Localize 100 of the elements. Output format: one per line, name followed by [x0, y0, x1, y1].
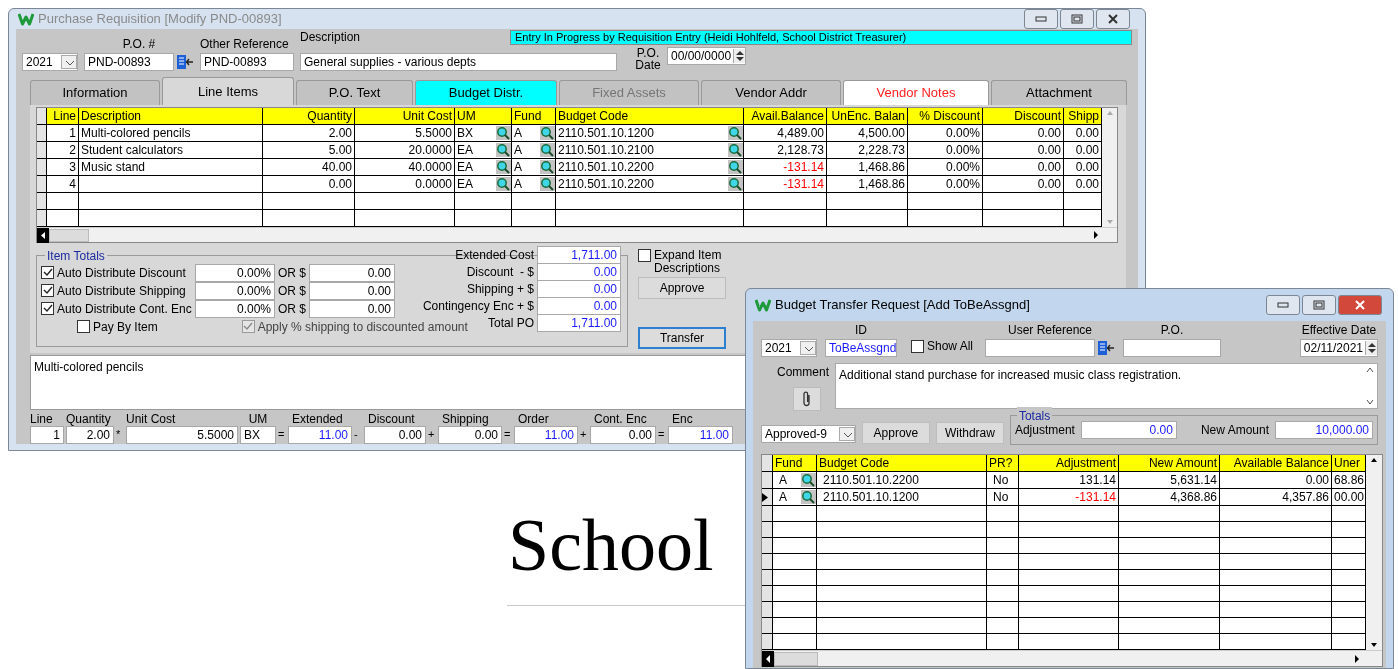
magnifier-icon[interactable]: [496, 126, 511, 140]
po-date-field[interactable]: 00/00/0000: [667, 47, 747, 65]
magnifier-icon[interactable]: [728, 126, 743, 140]
column-header[interactable]: Adjustment: [1019, 455, 1119, 472]
tab[interactable]: Vendor Notes: [843, 80, 989, 105]
checkbox[interactable]: [41, 302, 54, 315]
action-button[interactable]: Transfer: [638, 327, 726, 349]
column-header[interactable]: % Discount: [908, 108, 983, 125]
list-arrow-icon[interactable]: [1097, 340, 1116, 356]
vertical-scrollbar[interactable]: [1366, 455, 1382, 650]
user-reference-field[interactable]: [985, 339, 1096, 357]
row-header-cell[interactable]: [762, 586, 773, 602]
row-header-cell[interactable]: [762, 538, 773, 554]
tab[interactable]: Attachment: [991, 80, 1127, 105]
new-amount-field[interactable]: 10,000.00: [1275, 421, 1373, 439]
row-header-cell[interactable]: [37, 176, 47, 193]
attachment-button[interactable]: [793, 387, 821, 411]
column-header[interactable]: Budget Code: [556, 108, 744, 125]
tab[interactable]: P.O. Text: [296, 80, 413, 105]
tab[interactable]: Vendor Addr: [701, 80, 841, 105]
column-header[interactable]: UnEnc. Balan: [827, 108, 908, 125]
line-detail-field[interactable]: 1: [30, 426, 64, 444]
magnifier-icon[interactable]: [801, 490, 816, 504]
line-detail-field[interactable]: 0.00: [438, 426, 502, 444]
scroll-thumb[interactable]: [774, 651, 818, 666]
row-header-cell[interactable]: [762, 522, 773, 538]
action-button[interactable]: Approve: [638, 277, 726, 299]
description-field[interactable]: General supplies - various depts: [300, 53, 617, 71]
row-header-cell[interactable]: [762, 472, 773, 489]
line-detail-field[interactable]: 11.00: [288, 426, 352, 444]
tab[interactable]: Budget Distr.: [415, 80, 557, 105]
checkbox[interactable]: [41, 284, 54, 297]
checkbox[interactable]: [77, 320, 90, 333]
row-header-cell[interactable]: [37, 210, 47, 227]
column-header[interactable]: PR?: [987, 455, 1019, 472]
column-header[interactable]: Fund: [773, 455, 817, 472]
po-field[interactable]: [1123, 339, 1222, 357]
line-detail-field[interactable]: 11.00: [514, 426, 578, 444]
column-header[interactable]: Budget Code: [817, 455, 987, 472]
magnifier-icon[interactable]: [801, 473, 816, 487]
column-header[interactable]: Quantity: [263, 108, 355, 125]
magnifier-icon[interactable]: [540, 143, 555, 157]
column-header[interactable]: Available Balance: [1220, 455, 1332, 472]
minimize-button[interactable]: [1266, 295, 1300, 315]
magnifier-icon[interactable]: [728, 177, 743, 191]
column-header[interactable]: Fund: [512, 108, 556, 125]
magnifier-icon[interactable]: [540, 126, 555, 140]
percent-field[interactable]: 0.00%: [195, 263, 275, 282]
row-header-cell[interactable]: [37, 159, 47, 176]
effective-date-field[interactable]: 02/11/2021: [1299, 339, 1378, 357]
spinner-icon[interactable]: [1365, 341, 1377, 355]
year-dropdown[interactable]: 2021: [761, 339, 817, 357]
column-header[interactable]: Avail.Balance: [744, 108, 827, 125]
action-button[interactable]: Withdraw: [935, 422, 1004, 444]
magnifier-icon[interactable]: [496, 160, 511, 174]
row-header-cell[interactable]: [762, 634, 773, 650]
row-header-cell[interactable]: [762, 489, 773, 506]
tab[interactable]: Line Items: [162, 77, 294, 105]
total-field[interactable]: 1,711.00: [537, 245, 621, 264]
column-header[interactable]: Uner: [1332, 455, 1366, 472]
magnifier-icon[interactable]: [496, 143, 511, 157]
amount-field[interactable]: 0.00: [309, 263, 395, 282]
row-header-cell[interactable]: [762, 506, 773, 522]
row-header-cell[interactable]: [37, 193, 47, 210]
scroll-left-icon[interactable]: [762, 650, 774, 667]
magnifier-icon[interactable]: [728, 143, 743, 157]
minimize-button[interactable]: [1024, 9, 1058, 29]
line-detail-field[interactable]: 11.00: [668, 426, 733, 444]
line-detail-field[interactable]: BX: [240, 426, 276, 444]
magnifier-icon[interactable]: [540, 177, 555, 191]
other-reference-field[interactable]: PND-00893: [200, 53, 294, 71]
magnifier-icon[interactable]: [728, 160, 743, 174]
line-detail-field[interactable]: 5.5000: [126, 426, 238, 444]
row-header-cell[interactable]: [762, 618, 773, 634]
action-button[interactable]: Approve: [861, 422, 930, 444]
id-field[interactable]: ToBeAssgnd: [825, 339, 897, 357]
column-header[interactable]: Line: [47, 108, 79, 125]
line-detail-field[interactable]: 0.00: [364, 426, 426, 444]
row-header-cell[interactable]: [762, 570, 773, 586]
tab[interactable]: Information: [30, 80, 160, 105]
column-header[interactable]: Discount: [983, 108, 1064, 125]
list-arrow-icon[interactable]: [176, 54, 194, 70]
checkbox[interactable]: [911, 339, 924, 353]
column-header[interactable]: Description: [79, 108, 263, 125]
scroll-thumb[interactable]: [49, 228, 89, 242]
scroll-left-icon[interactable]: [37, 227, 49, 243]
spinner-icon[interactable]: [733, 49, 746, 63]
checkbox[interactable]: [638, 249, 651, 262]
row-header-cell[interactable]: [762, 602, 773, 618]
row-header-cell[interactable]: [762, 554, 773, 570]
row-header-cell[interactable]: [37, 142, 47, 159]
line-detail-field[interactable]: 2.00: [66, 426, 114, 444]
checkbox[interactable]: [41, 266, 54, 279]
magnifier-icon[interactable]: [496, 177, 511, 191]
horizontal-scrollbar[interactable]: [37, 227, 1117, 242]
column-header[interactable]: Shipp: [1064, 108, 1102, 125]
column-header[interactable]: New Amount: [1119, 455, 1220, 472]
close-button[interactable]: [1096, 9, 1130, 29]
po-number-field[interactable]: PND-00893: [84, 53, 174, 71]
maximize-button[interactable]: [1302, 295, 1336, 315]
